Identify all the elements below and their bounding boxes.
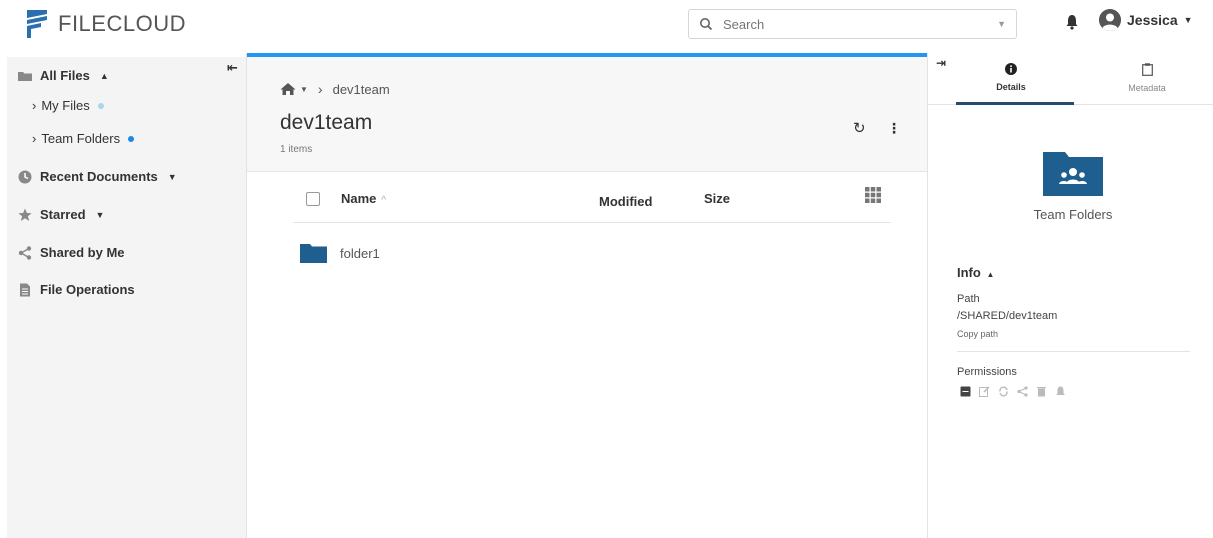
column-label: Name — [341, 191, 377, 206]
folder-icon — [300, 244, 327, 263]
read-permission-icon — [960, 386, 971, 397]
permissions-label: Permissions — [957, 366, 1017, 378]
table-row[interactable]: folder1 — [293, 236, 891, 270]
status-dot — [97, 102, 104, 109]
share-icon — [18, 245, 32, 260]
details-tabs: ⇥ Details Metadata — [928, 53, 1213, 105]
copy-path-link[interactable]: Copy path — [957, 329, 998, 339]
sidebar-item-team-folders[interactable]: › Team Folders — [32, 131, 135, 146]
sidebar-item-label: All Files — [40, 68, 90, 83]
write-permission-icon — [979, 386, 990, 397]
sidebar: ⇤ All Files ▲ › My Files › Team Folders … — [7, 57, 246, 538]
top-bar: FILECLOUD ▼ Jessica ▼ — [0, 0, 1213, 50]
info-heading: Info — [957, 265, 981, 280]
table-header: Name ^ Modified Size — [293, 175, 891, 223]
sidebar-item-all-files[interactable]: All Files ▲ — [18, 68, 109, 83]
info-icon — [1005, 63, 1017, 75]
main-content: ▼ › dev1team dev1team 1 items ↻ ⋮ Name ^ … — [246, 53, 928, 538]
tab-metadata[interactable]: Metadata — [1092, 63, 1202, 93]
details-panel: ⇥ Details Metadata Team Folders Info ▲ P… — [928, 53, 1213, 538]
info-section-toggle[interactable]: Info ▲ — [957, 265, 994, 280]
sidebar-item-label: Team Folders — [41, 131, 121, 146]
document-icon — [20, 283, 30, 296]
permissions-icons — [960, 386, 1066, 397]
sidebar-item-label: Starred — [40, 207, 86, 222]
notification-bell-icon[interactable] — [1065, 14, 1079, 30]
user-menu[interactable]: Jessica ▼ — [1099, 9, 1193, 31]
avatar-icon — [1099, 9, 1121, 31]
team-folder-icon — [1043, 152, 1103, 196]
page-title: dev1team — [280, 111, 373, 134]
filecloud-logo-icon — [27, 10, 47, 38]
sidebar-item-label: My Files — [41, 98, 90, 113]
breadcrumb: ▼ › dev1team — [280, 81, 390, 97]
star-icon — [18, 208, 32, 221]
chevron-right-icon: › — [32, 131, 37, 146]
status-dot — [128, 135, 135, 142]
path-label: Path — [957, 293, 980, 305]
folder-type-label: Team Folders — [1033, 207, 1113, 222]
chevron-down-icon: ▼ — [167, 171, 177, 182]
search-box[interactable]: ▼ — [688, 9, 1017, 39]
notification-permission-icon — [1055, 386, 1066, 397]
logo-text: FILECLOUD — [58, 11, 186, 36]
divider — [957, 351, 1190, 352]
delete-permission-icon — [1036, 386, 1047, 397]
chevron-down-icon: ▼ — [1183, 15, 1193, 25]
sidebar-item-shared-by-me[interactable]: Shared by Me — [18, 245, 125, 260]
chevron-right-icon: › — [32, 98, 37, 113]
column-header-modified[interactable]: Modified — [599, 194, 652, 209]
sidebar-item-label: File Operations — [40, 282, 135, 297]
search-input[interactable] — [723, 16, 998, 32]
sync-permission-icon — [998, 386, 1009, 397]
more-options-icon[interactable]: ⋮ — [887, 120, 901, 137]
sidebar-item-recent-documents[interactable]: Recent Documents ▼ — [18, 169, 177, 184]
sidebar-item-starred[interactable]: Starred ▼ — [18, 207, 104, 222]
chevron-down-icon: ▼ — [300, 84, 308, 94]
chevron-up-icon: ▲ — [986, 270, 995, 279]
sidebar-item-file-operations[interactable]: File Operations — [18, 282, 135, 297]
tab-label: Details — [996, 82, 1026, 92]
column-header-size[interactable]: Size — [704, 191, 730, 206]
collapse-right-icon[interactable]: ⇥ — [936, 56, 946, 70]
grid-view-icon[interactable] — [865, 187, 881, 203]
clipboard-icon — [1141, 63, 1153, 76]
share-permission-icon — [1017, 386, 1028, 397]
folder-header: ▼ › dev1team dev1team 1 items ↻ ⋮ — [247, 57, 927, 172]
collapse-left-icon[interactable]: ⇤ — [227, 60, 238, 76]
tab-label: Metadata — [1128, 83, 1166, 93]
items-count: 1 items — [280, 144, 313, 155]
sidebar-item-label: Recent Documents — [40, 169, 158, 184]
refresh-icon[interactable]: ↻ — [853, 119, 866, 137]
chevron-down-icon: ▼ — [95, 209, 105, 220]
breadcrumb-current[interactable]: dev1team — [333, 82, 390, 97]
breadcrumb-home[interactable]: ▼ — [280, 82, 308, 96]
search-icon — [700, 18, 713, 31]
folder-icon — [18, 71, 32, 81]
logo[interactable]: FILECLOUD — [24, 8, 186, 40]
select-all-checkbox[interactable] — [306, 192, 320, 206]
column-header-name[interactable]: Name ^ — [341, 191, 386, 206]
sort-ascending-icon: ^ — [381, 195, 387, 206]
file-name[interactable]: folder1 — [340, 246, 380, 261]
sidebar-item-label: Shared by Me — [40, 245, 125, 260]
tab-details[interactable]: Details — [956, 63, 1066, 92]
path-value: /SHARED/dev1team — [957, 310, 1058, 322]
sidebar-item-my-files[interactable]: › My Files — [32, 98, 104, 113]
chevron-right-icon: › — [317, 81, 323, 97]
search-dropdown-icon[interactable]: ▼ — [997, 19, 1006, 29]
chevron-up-icon: ▲ — [99, 70, 109, 81]
clock-icon — [18, 170, 32, 183]
user-name: Jessica — [1127, 12, 1178, 28]
active-tab-indicator — [956, 102, 1074, 105]
home-icon — [280, 83, 296, 95]
